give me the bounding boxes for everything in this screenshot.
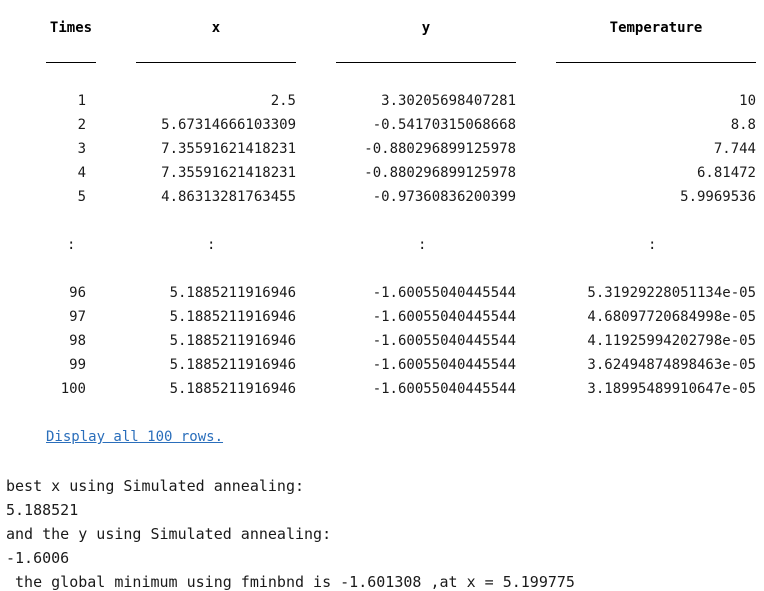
table-cell: 4.11925994202798e-05: [587, 333, 756, 349]
ellipsis-times: :: [67, 237, 76, 253]
table-cell: -0.97360836200399: [372, 189, 516, 205]
table-cell: 97: [69, 309, 86, 325]
header-y: y: [421, 20, 431, 36]
table-cell: 99: [69, 357, 86, 373]
table-cell: 2: [77, 117, 86, 133]
table-cell: 1: [77, 93, 86, 109]
table-cell: 4: [77, 165, 86, 181]
ellipsis-temperature: :: [648, 237, 657, 253]
table-cell: -0.880296899125978: [364, 165, 516, 181]
header-rule-times: [46, 62, 96, 63]
table-cell: 5.1885211916946: [169, 381, 296, 397]
header-times: Times: [49, 20, 93, 36]
output-line: -1.6006: [6, 549, 70, 567]
header-x: x: [211, 20, 221, 36]
table-cell: 7.35591621418231: [161, 165, 296, 181]
output-line: the global minimum using fminbnd is -1.6…: [6, 573, 575, 591]
table-cell: -1.60055040445544: [372, 381, 516, 397]
table-cell: 10: [739, 93, 756, 109]
table-cell: 5: [77, 189, 86, 205]
table-cell: 5.9969536: [680, 189, 756, 205]
table-cell: -1.60055040445544: [372, 333, 516, 349]
table-cell: 3.18995489910647e-05: [587, 381, 756, 397]
table-cell: -1.60055040445544: [372, 285, 516, 301]
table-cell: 3.62494874898463e-05: [587, 357, 756, 373]
table-cell: 2.5: [270, 93, 296, 109]
table-cell: 5.1885211916946: [169, 309, 296, 325]
header-rule-temperature: [556, 62, 756, 63]
table-cell: 96: [69, 285, 86, 301]
output-line: and the y using Simulated annealing:: [6, 525, 332, 543]
table-cell: 5.67314666103309: [161, 117, 296, 133]
table-cell: 7.35591621418231: [161, 141, 296, 157]
header-temperature: Temperature: [609, 20, 703, 36]
ellipsis-y: :: [418, 237, 427, 253]
table-cell: 4.86313281763455: [161, 189, 296, 205]
table-cell: 7.744: [713, 141, 756, 157]
output-line: best x using Simulated annealing:: [6, 477, 305, 495]
table-cell: -0.880296899125978: [364, 141, 516, 157]
table-cell: 8.8: [730, 117, 756, 133]
ellipsis-x: :: [207, 237, 216, 253]
table-cell: 100: [60, 381, 86, 397]
table-cell: 4.68097720684998e-05: [587, 309, 756, 325]
table-cell: 6.81472: [696, 165, 756, 181]
output-line: 5.188521: [6, 501, 79, 519]
table-cell: -1.60055040445544: [372, 309, 516, 325]
table-cell: 3.30205698407281: [381, 93, 516, 109]
table-cell: -1.60055040445544: [372, 357, 516, 373]
table-cell: 98: [69, 333, 86, 349]
header-rule-x: [136, 62, 296, 63]
table-cell: -0.54170315068668: [372, 117, 516, 133]
table-cell: 5.31929228051134e-05: [587, 285, 756, 301]
display-all-rows-link[interactable]: Display all 100 rows.: [46, 429, 223, 445]
header-rule-y: [336, 62, 516, 63]
table-cell: 5.1885211916946: [169, 357, 296, 373]
table-cell: 5.1885211916946: [169, 333, 296, 349]
table-cell: 5.1885211916946: [169, 285, 296, 301]
table-cell: 3: [77, 141, 86, 157]
